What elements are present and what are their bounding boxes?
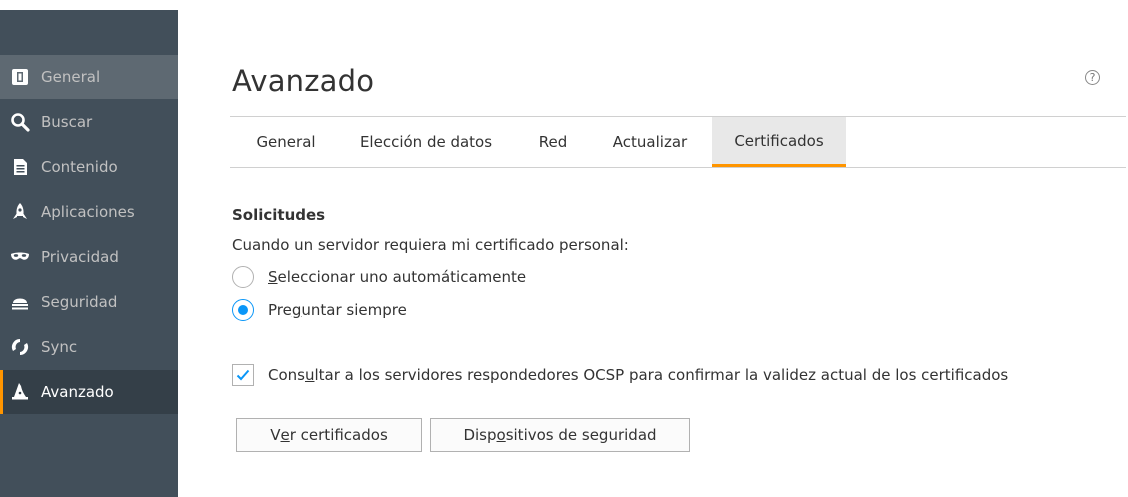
sidebar-item-privacidad[interactable]: Privacidad bbox=[0, 235, 178, 279]
tab-certificados[interactable]: Certificados bbox=[712, 117, 846, 167]
sidebar-item-aplicaciones[interactable]: Aplicaciones bbox=[0, 190, 178, 234]
ocsp-checkbox[interactable] bbox=[232, 364, 254, 386]
sidebar-item-sync[interactable]: Sync bbox=[0, 325, 178, 369]
sidebar-item-label: Seguridad bbox=[41, 293, 118, 311]
sidebar-item-label: Contenido bbox=[41, 158, 118, 176]
sidebar-item-contenido[interactable]: Contenido bbox=[0, 145, 178, 189]
ocsp-checkbox-row[interactable]: Consultar a los servidores respondedores… bbox=[232, 364, 1008, 386]
sidebar-item-avanzado[interactable]: Avanzado bbox=[0, 370, 178, 414]
sidebar: General Buscar Contenido Aplicaciones Pr… bbox=[0, 10, 178, 497]
tab-eleccion-de-datos[interactable]: Elección de datos bbox=[342, 117, 510, 167]
rocket-icon bbox=[9, 201, 31, 223]
sidebar-item-label: Avanzado bbox=[41, 383, 114, 401]
page-title: Avanzado bbox=[232, 64, 375, 98]
sidebar-item-label: General bbox=[41, 68, 101, 86]
view-certificates-button[interactable]: Ver certificados bbox=[236, 418, 422, 452]
section-description: Cuando un servidor requiera mi certifica… bbox=[232, 236, 629, 254]
section-title: Solicitudes bbox=[232, 206, 326, 224]
radio-always-ask[interactable]: Preguntar siempre bbox=[232, 298, 407, 322]
radio-button-checked[interactable] bbox=[232, 299, 254, 321]
sidebar-item-seguridad[interactable]: Seguridad bbox=[0, 280, 178, 324]
sync-icon bbox=[9, 336, 31, 358]
sidebar-item-label: Sync bbox=[41, 338, 78, 356]
sidebar-item-general[interactable]: General bbox=[0, 55, 178, 99]
search-icon bbox=[9, 111, 31, 133]
help-icon[interactable]: ? bbox=[1085, 70, 1100, 85]
sidebar-item-label: Privacidad bbox=[41, 248, 119, 266]
security-devices-button[interactable]: Disp o sitivos de seguridad bbox=[430, 418, 690, 452]
radio-button[interactable] bbox=[232, 266, 254, 288]
wizard-hat-icon bbox=[9, 381, 31, 403]
divider bbox=[230, 167, 1126, 168]
tab-red[interactable]: Red bbox=[522, 117, 584, 167]
radio-select-automatically[interactable]: Seleccionar uno automáticamente bbox=[232, 265, 526, 289]
security-icon bbox=[9, 291, 31, 313]
sidebar-item-label: Aplicaciones bbox=[41, 203, 135, 221]
tab-actualizar[interactable]: Actualizar bbox=[598, 117, 702, 167]
document-icon bbox=[9, 156, 31, 178]
tab-general[interactable]: General bbox=[242, 117, 330, 167]
sidebar-item-label: Buscar bbox=[41, 113, 93, 131]
ocsp-label: Consultar a los servidores respondedores… bbox=[268, 366, 1009, 384]
sidebar-item-buscar[interactable]: Buscar bbox=[0, 100, 178, 144]
mask-icon bbox=[9, 246, 31, 268]
general-icon bbox=[9, 66, 31, 88]
radio-label: Preguntar siempre bbox=[268, 301, 407, 319]
checkmark-icon bbox=[236, 369, 250, 381]
radio-dot bbox=[238, 305, 248, 315]
radio-label: Seleccionar uno automáticamente bbox=[268, 268, 527, 286]
